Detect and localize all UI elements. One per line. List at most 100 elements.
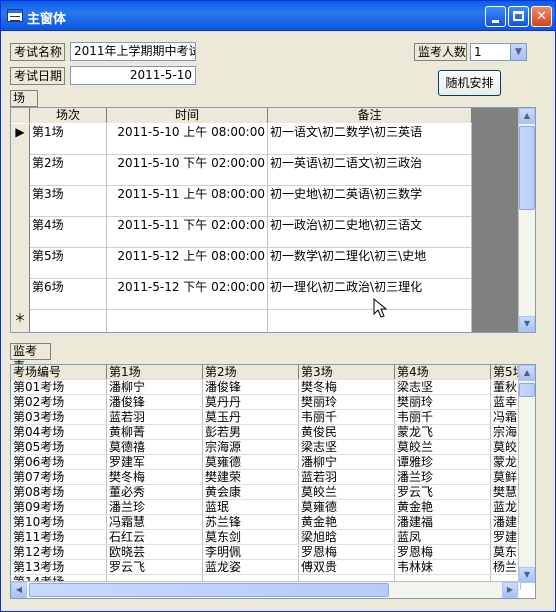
schedule-row[interactable]: 第4场 2011-5-11 下午 02:00:00 初一政治\初二史地\初三语文 [11,217,472,248]
roster-cell[interactable]: 蓝幸 [491,395,521,409]
roster-cell[interactable]: 韦丽千 [395,410,491,424]
roster-cell[interactable]: 莫皎兰 [395,440,491,454]
roster-cell[interactable]: 潘建 [491,515,521,529]
roster-cell[interactable]: 蓝龙姿 [203,560,299,574]
roster-cell[interactable]: 第10考场 [11,515,107,529]
roster-cell[interactable]: 蓝珉 [203,500,299,514]
table-row[interactable]: 第11考场 石红云 莫东剑 梁旭晗 蓝凤 罗建 [11,530,521,545]
roster-cell[interactable]: 第07考场 [11,470,107,484]
title-bar[interactable]: 主窗体 ✕ [1,1,555,31]
time-cell[interactable]: 2011-5-11 下午 02:00:00 [107,217,268,248]
roster-cell[interactable]: 莫东 [491,545,521,559]
session-cell[interactable]: 第2场 [30,155,107,186]
roster-cell[interactable]: 潘兰珍 [395,470,491,484]
roster-cell[interactable]: 蓝龙 [491,500,521,514]
proctor-count-select[interactable]: 1 ▼ [470,43,527,61]
roster-cell[interactable]: 莫玉丹 [203,410,299,424]
time-cell[interactable]: 2011-5-12 上午 08:00:00 [107,248,268,279]
note-cell[interactable]: 初一语文\初二数学\初三英语 [268,124,472,155]
roster-cell[interactable]: 梁志坚 [299,440,395,454]
roster-cell[interactable]: 第03考场 [11,410,107,424]
note-column-header[interactable]: 备注 [268,108,472,123]
roster-cell[interactable]: 董秋 [491,380,521,394]
time-cell[interactable]: 2011-5-12 下午 02:00:00 [107,279,268,310]
exam-name-input[interactable]: 2011年上学期期中考试 [70,42,196,61]
schedule-row[interactable]: 第5场 2011-5-12 上午 08:00:00 初一数学\初二理化\初三\史地 [11,248,472,279]
row-selector[interactable] [11,186,30,217]
roster-vertical-scrollbar[interactable]: ▲ ▼ [518,365,535,583]
maximize-button[interactable] [508,6,529,27]
roster-cell[interactable]: 潘柳宁 [107,380,203,394]
roster-cell[interactable]: 蓝若羽 [107,410,203,424]
roster-grid[interactable]: 考场编号第1场第2场第3场第4场第5场第01考场潘柳宁潘俊锋樊冬梅梁志坚董秋第0… [10,364,536,599]
roster-column-header[interactable]: 第3场 [299,365,395,379]
table-row[interactable]: 第08考场 董必秀 黄会康 莫皎兰 罗云飞 樊慧 [11,485,521,500]
scroll-right-icon[interactable]: ▶ [502,582,518,598]
roster-cell[interactable]: 莫东剑 [203,530,299,544]
roster-cell[interactable]: 黄金艳 [299,515,395,529]
roster-cell[interactable]: 黄金艳 [395,500,491,514]
roster-cell[interactable]: 樊冬梅 [299,380,395,394]
roster-cell[interactable]: 黄俊民 [299,425,395,439]
roster-cell[interactable]: 樊冬梅 [107,470,203,484]
time-column-header[interactable]: 时间 [107,108,268,123]
table-row[interactable]: 第04考场 黄柳菁 彭若男 黄俊民 蒙龙飞 宗海 [11,425,521,440]
roster-cell[interactable]: 第13考场 [11,560,107,574]
roster-cell[interactable]: 罗云飞 [395,485,491,499]
roster-cell[interactable]: 梁志坚 [395,380,491,394]
roster-cell[interactable]: 潘兰珍 [107,500,203,514]
table-row[interactable]: 第03考场 蓝若羽 莫玉丹 韦丽千 韦丽千 冯霜 [11,410,521,425]
roster-cell[interactable]: 莫皎兰 [299,485,395,499]
time-cell[interactable]: 2011-5-10 下午 02:00:00 [107,155,268,186]
roster-cell[interactable]: 第06考场 [11,455,107,469]
schedule-grid[interactable]: 场次 时间 备注 ▶ 第1场 2011-5-10 上午 08:00:00 初一语文\初… [10,107,536,333]
roster-cell[interactable]: 第05考场 [11,440,107,454]
session-cell[interactable]: 第1场 [30,124,107,155]
session-column-header[interactable]: 场次 [30,108,107,123]
random-arrange-button[interactable]: 随机安排 [438,70,501,96]
roster-cell[interactable]: 樊丽玲 [299,395,395,409]
roster-column-header[interactable]: 第2场 [203,365,299,379]
schedule-row[interactable]: ▶ 第1场 2011-5-10 上午 08:00:00 初一语文\初二数学\初三英语 [11,124,472,155]
roster-horizontal-scrollbar[interactable]: ◀ ▶ [11,581,519,598]
roster-cell[interactable]: 潘俊锋 [203,380,299,394]
roster-cell[interactable]: 韦林妹 [395,560,491,574]
row-selector[interactable] [11,279,30,310]
roster-cell[interactable]: 莫鲜 [491,470,521,484]
roster-cell[interactable]: 莫丹丹 [203,395,299,409]
roster-cell[interactable]: 李明佩 [203,545,299,559]
table-row[interactable]: 第01考场 潘柳宁 潘俊锋 樊冬梅 梁志坚 董秋 [11,380,521,395]
schedule-vertical-scrollbar[interactable]: ▲ ▼ [518,108,535,332]
table-row[interactable]: 第13考场 罗云飞 蓝龙姿 傅双贵 韦林妹 杨兰 [11,560,521,575]
roster-column-header[interactable]: 考场编号 [11,365,107,379]
scroll-thumb[interactable] [519,126,535,210]
time-cell[interactable]: 2011-5-10 上午 08:00:00 [107,124,268,155]
roster-cell[interactable]: 第12考场 [11,545,107,559]
session-cell[interactable]: 第4场 [30,217,107,248]
close-button[interactable]: ✕ [531,6,552,27]
exam-date-input[interactable]: 2011-5-10 [70,66,196,85]
roster-cell[interactable]: 韦丽千 [299,410,395,424]
note-cell[interactable]: 初一英语\初二语文\初三政治 [268,155,472,186]
roster-cell[interactable]: 宗海 [491,425,521,439]
roster-cell[interactable]: 蒙龙 [491,455,521,469]
table-row[interactable]: 第06考场 罗建军 莫雍德 潘柳宁 谭雅珍 蒙龙 [11,455,521,470]
row-selector[interactable]: ▶ [11,124,30,155]
roster-cell[interactable]: 第02考场 [11,395,107,409]
roster-cell[interactable]: 罗云飞 [107,560,203,574]
roster-cell[interactable]: 梁旭晗 [299,530,395,544]
chevron-down-icon[interactable]: ▼ [510,44,526,60]
roster-cell[interactable]: 罗建 [491,530,521,544]
note-cell[interactable]: 初一政治\初二史地\初三语文 [268,217,472,248]
roster-cell[interactable]: 第11考场 [11,530,107,544]
roster-cell[interactable]: 罗恩梅 [299,545,395,559]
minimize-button[interactable] [485,6,506,27]
time-cell[interactable] [107,310,268,332]
roster-cell[interactable]: 第09考场 [11,500,107,514]
roster-cell[interactable]: 莫雍德 [203,455,299,469]
new-record-selector[interactable]: ＊ [11,310,30,332]
roster-cell[interactable]: 蓝若羽 [299,470,395,484]
row-selector[interactable] [11,217,30,248]
roster-cell[interactable]: 彭若男 [203,425,299,439]
roster-cell[interactable]: 樊慧 [491,485,521,499]
